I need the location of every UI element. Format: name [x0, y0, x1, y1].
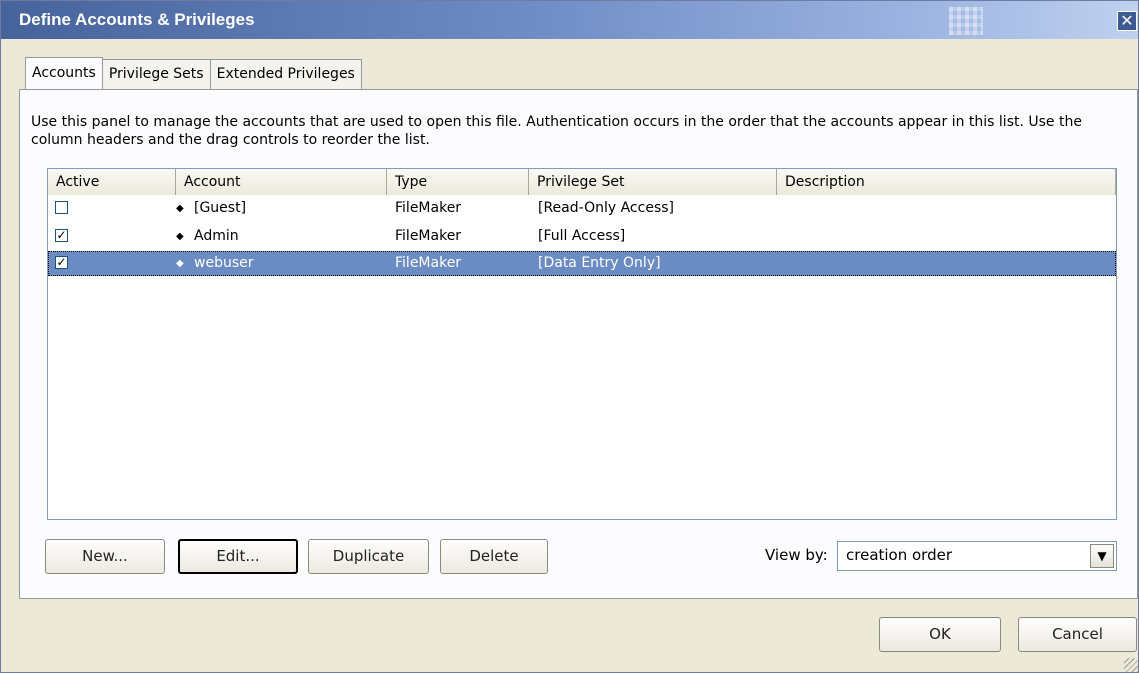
active-checkbox[interactable]: ✓: [55, 229, 68, 242]
window-title: Define Accounts & Privileges: [19, 10, 255, 29]
close-icon[interactable]: ✕: [1117, 11, 1137, 31]
view-by-value: creation order: [846, 546, 953, 564]
account-name: Admin: [194, 228, 239, 244]
account-name: webuser: [194, 255, 254, 271]
tab-extended-privileges[interactable]: Extended Privileges: [209, 59, 362, 89]
duplicate-button[interactable]: Duplicate: [308, 539, 429, 574]
account-type: FileMaker: [395, 255, 462, 271]
column-header-active[interactable]: Active: [48, 169, 176, 195]
account-name: [Guest]: [194, 200, 247, 216]
edit-button[interactable]: Edit...: [178, 539, 298, 574]
column-header-description[interactable]: Description: [777, 169, 1116, 195]
list-header: Active Account Type Privilege Set Descri…: [48, 169, 1116, 195]
table-row[interactable]: ◆ [Guest] FileMaker [Read-Only Access]: [48, 196, 1116, 221]
privilege-set: [Full Access]: [538, 228, 626, 244]
view-by-label: View by:: [765, 546, 828, 564]
account-type: FileMaker: [395, 200, 462, 216]
tab-privilege-sets[interactable]: Privilege Sets: [101, 59, 211, 89]
active-checkbox[interactable]: ✓: [55, 256, 68, 269]
active-checkbox[interactable]: [55, 201, 68, 214]
title-bar[interactable]: Define Accounts & Privileges ✕: [1, 1, 1138, 39]
chevron-down-icon[interactable]: ▼: [1090, 544, 1114, 568]
table-row[interactable]: ✓ ◆ Admin FileMaker [Full Access]: [48, 224, 1116, 249]
tab-accounts[interactable]: Accounts: [25, 57, 103, 89]
panel-description: Use this panel to manage the accounts th…: [31, 114, 1082, 148]
account-type: FileMaker: [395, 228, 462, 244]
privilege-set: [Data Entry Only]: [538, 255, 661, 271]
tab-strip: Accounts Privilege Sets Extended Privile…: [25, 57, 362, 89]
privilege-set: [Read-Only Access]: [538, 200, 674, 216]
drag-handle-icon[interactable]: ◆: [176, 251, 184, 276]
drag-handle-icon[interactable]: ◆: [176, 224, 184, 249]
drag-handle-icon[interactable]: ◆: [176, 196, 184, 221]
column-header-account[interactable]: Account: [176, 169, 387, 195]
titlebar-decoration: [949, 7, 983, 35]
ok-button[interactable]: OK: [879, 617, 1001, 652]
column-header-type[interactable]: Type: [387, 169, 529, 195]
accounts-list[interactable]: Active Account Type Privilege Set Descri…: [47, 168, 1117, 520]
resize-grip-icon[interactable]: [1124, 658, 1138, 672]
new-button[interactable]: New...: [45, 539, 165, 574]
column-header-privilege-set[interactable]: Privilege Set: [529, 169, 777, 195]
dialog-window: Define Accounts & Privileges ✕ Accounts …: [0, 0, 1139, 673]
view-by-select[interactable]: creation order ▼: [837, 541, 1117, 571]
cancel-button[interactable]: Cancel: [1018, 617, 1137, 652]
table-row[interactable]: ✓ ◆ webuser FileMaker [Data Entry Only]: [48, 251, 1116, 276]
delete-button[interactable]: Delete: [440, 539, 548, 574]
